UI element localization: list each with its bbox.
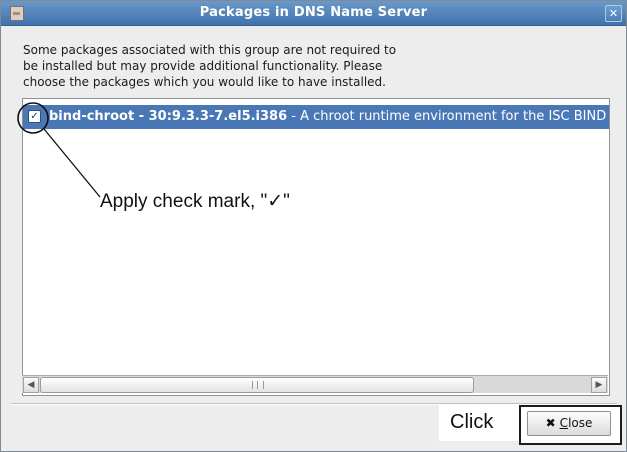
close-icon: ✖ xyxy=(545,416,556,430)
description-line: be installed but may provide additional … xyxy=(23,59,383,73)
window-title: Packages in DNS Name Server xyxy=(199,5,428,20)
scrollbar-grip-icon xyxy=(252,381,264,389)
package-checkbox[interactable]: ✓ xyxy=(28,110,41,123)
scroll-left-icon[interactable]: ◀ xyxy=(23,377,39,393)
scroll-right-icon[interactable]: ▶ xyxy=(591,377,607,393)
close-button[interactable]: ✖ Close xyxy=(527,411,611,436)
window-close-button[interactable]: ✕ xyxy=(605,5,622,22)
description-line: Some packages associated with this group… xyxy=(23,43,397,57)
description-line: choose the packages which you would like… xyxy=(23,75,386,89)
close-mnemonic: C xyxy=(559,416,569,430)
click-annotation: Click xyxy=(439,404,519,441)
package-row-label: bind-chroot - 30:9.3.3-7.el5.i386 - A ch… xyxy=(49,109,606,124)
package-list[interactable]: ✓ bind-chroot - 30:9.3.3-7.el5.i386 - A … xyxy=(22,98,610,396)
scrollbar-thumb[interactable] xyxy=(40,377,474,393)
package-name: bind-chroot - 30:9.3.3-7.el5.i386 xyxy=(49,109,288,124)
close-label: lose xyxy=(568,416,593,430)
packages-dialog: Packages in DNS Name Server ✕ Some packa… xyxy=(0,0,627,452)
package-row-bind-chroot[interactable]: ✓ bind-chroot - 30:9.3.3-7.el5.i386 - A … xyxy=(23,105,609,129)
close-button-highlight: ✖ Close xyxy=(519,405,622,445)
description-text: Some packages associated with this group… xyxy=(23,42,493,90)
horizontal-scrollbar[interactable]: ◀ ▶ xyxy=(22,375,608,393)
package-summary: - A chroot runtime environment for the I… xyxy=(287,109,607,124)
check-mark-annotation: Apply check mark, "✓" xyxy=(100,191,290,212)
titlebar[interactable]: Packages in DNS Name Server ✕ xyxy=(1,1,626,26)
